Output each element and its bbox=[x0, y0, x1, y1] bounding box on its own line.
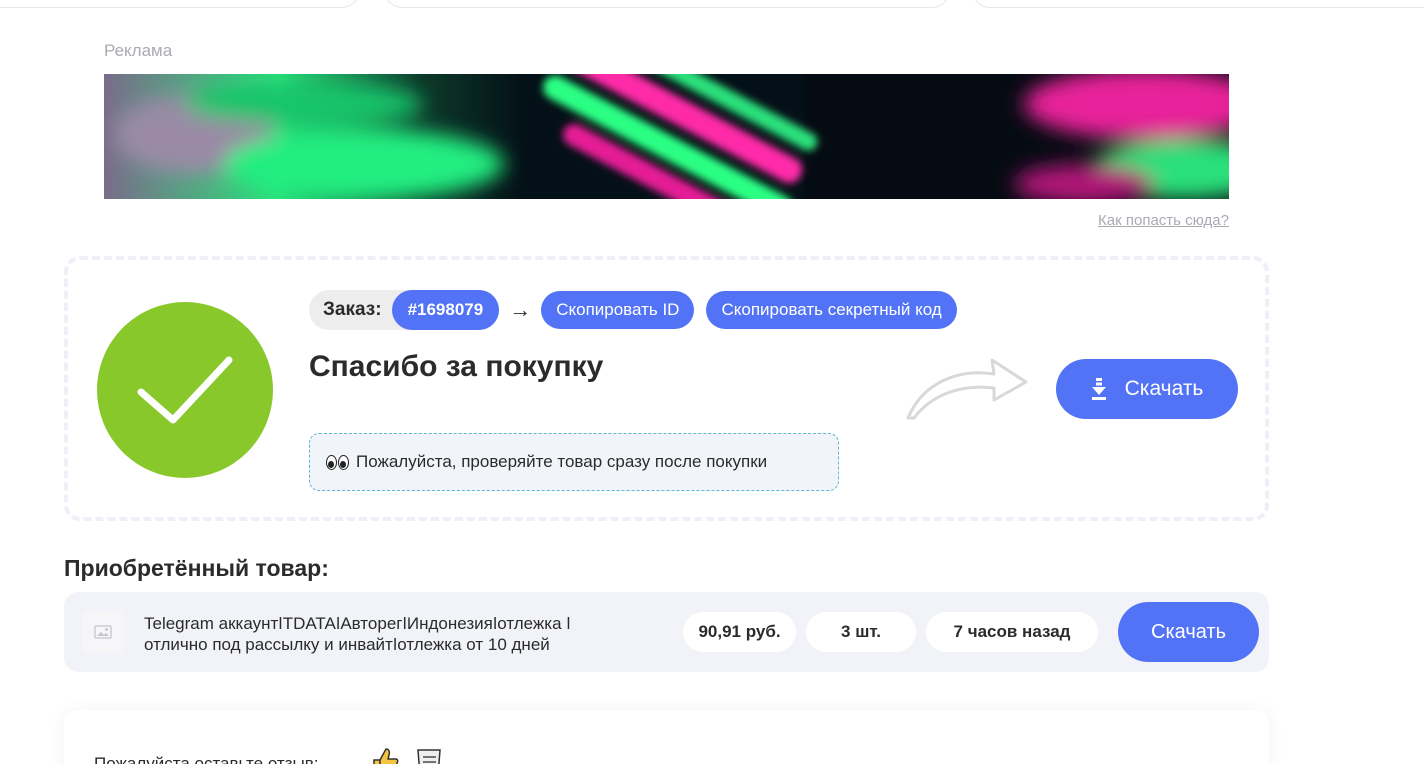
order-pill: Заказ: #1698079 bbox=[309, 290, 500, 330]
purchased-item-row: Telegram аккаунтǀTDATAǀАвторегǀИндонезия… bbox=[64, 592, 1269, 672]
purchased-title: Приобретённый товар: bbox=[64, 555, 329, 581]
order-id-badge[interactable]: #1698079 bbox=[391, 290, 500, 330]
price-chip: 90,91 руб. bbox=[683, 612, 796, 652]
thumbs-up-icon[interactable] bbox=[368, 746, 400, 764]
thanks-title: Спасибо за покупку bbox=[309, 350, 604, 383]
item-name[interactable]: Telegram аккаунтǀTDATAǀАвторегǀИндонезия… bbox=[144, 613, 624, 655]
copy-secret-button[interactable]: Скопировать секретный код bbox=[706, 291, 957, 329]
item-download-button[interactable]: Скачать bbox=[1118, 602, 1259, 662]
check-notice: Пожалуйста, проверяйте товар сразу после… bbox=[309, 433, 839, 491]
top-tab-1[interactable] bbox=[0, 0, 360, 8]
quantity-chip: 3 шт. bbox=[806, 612, 916, 652]
review-card: Пожалуйста оставьте отзыв: bbox=[64, 710, 1269, 764]
ad-label: Реклама bbox=[104, 41, 173, 60]
order-row: Заказ: #1698079 → Скопировать ID Скопиро… bbox=[309, 290, 969, 330]
note-icon[interactable] bbox=[414, 746, 446, 764]
order-card: Заказ: #1698079 → Скопировать ID Скопиро… bbox=[64, 256, 1269, 521]
ad-banner[interactable] bbox=[104, 74, 1229, 199]
ad-how-link[interactable]: Как попасть сюда? bbox=[1098, 212, 1229, 229]
time-chip: 7 часов назад bbox=[926, 612, 1098, 652]
success-check-icon bbox=[97, 302, 273, 478]
order-label: Заказ: bbox=[323, 299, 382, 320]
notice-text: Пожалуйста, проверяйте товар сразу после… bbox=[356, 452, 768, 471]
review-icons bbox=[368, 746, 446, 764]
download-label: Скачать bbox=[1124, 377, 1204, 400]
ad-banner-image bbox=[104, 74, 1229, 199]
eyes-icon bbox=[326, 454, 350, 470]
copy-id-button[interactable]: Скопировать ID bbox=[541, 291, 695, 329]
download-icon bbox=[1091, 378, 1107, 400]
curved-arrow-icon bbox=[906, 358, 1028, 420]
arrow-separator: → bbox=[509, 297, 532, 322]
image-placeholder-icon bbox=[82, 611, 124, 653]
review-prompt: Пожалуйста оставьте отзыв: bbox=[94, 754, 319, 764]
top-tab-2[interactable] bbox=[384, 0, 950, 8]
download-button[interactable]: Скачать bbox=[1056, 359, 1238, 419]
top-tab-3[interactable] bbox=[972, 0, 1424, 8]
